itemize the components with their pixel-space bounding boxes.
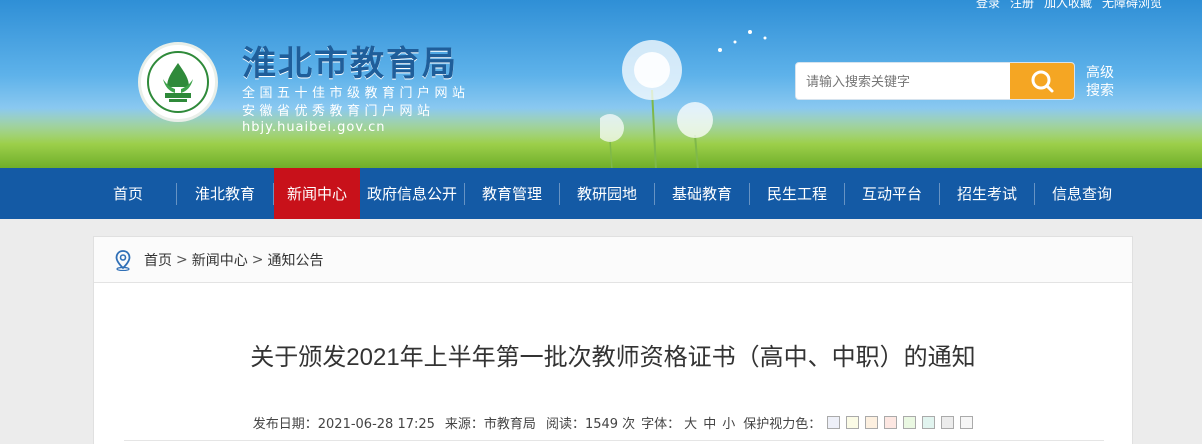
location-pin-icon <box>115 249 131 271</box>
font-size-small[interactable]: 小 <box>722 413 735 432</box>
nav-item-admissions[interactable]: 招生考试 <box>940 168 1034 219</box>
view-count: 阅读：1549 次 <box>545 417 636 432</box>
breadcrumb-separator: > <box>251 251 264 268</box>
register-link[interactable]: 注册 <box>1010 0 1034 11</box>
eye-color-swatch[interactable] <box>827 416 841 429</box>
search-icon <box>1031 70 1054 93</box>
site-subtitle-1: 全国五十佳市级教育门户网站 <box>242 86 470 101</box>
dandelion-decoration-icon <box>600 30 767 168</box>
top-links: 登录 注册 加入收藏 无障碍浏览 <box>976 0 1162 11</box>
eye-color-swatch[interactable] <box>922 416 936 429</box>
site-logo[interactable] <box>138 42 218 122</box>
article-meta: 发布日期：2021-06-28 17:25 来源：市教育局 阅读：1549 次 … <box>94 413 1132 432</box>
nav-item-gov-info[interactable]: 政府信息公开 <box>360 168 464 219</box>
accessibility-link[interactable]: 无障碍浏览 <box>1102 0 1162 11</box>
search-input[interactable] <box>796 63 1010 99</box>
login-link[interactable]: 登录 <box>976 0 1000 11</box>
eye-color-swatch[interactable] <box>941 416 955 429</box>
nav-item-huaibei-education[interactable]: 淮北教育 <box>177 168 273 219</box>
favorite-link[interactable]: 加入收藏 <box>1044 0 1092 11</box>
nav-item-basic-education[interactable]: 基础教育 <box>655 168 749 219</box>
site-subtitle-2: 安徽省优秀教育门户网站 <box>242 104 435 119</box>
search-button[interactable] <box>1010 63 1074 99</box>
font-size-large[interactable]: 大 <box>684 413 697 432</box>
nav-item-news-center[interactable]: 新闻中心 <box>274 168 360 219</box>
nav-item-livelihood[interactable]: 民生工程 <box>750 168 844 219</box>
main-nav: 首页 淮北教育 新闻中心 政府信息公开 教育管理 教研园地 基础教育 民生工程 … <box>0 168 1202 219</box>
site-header: 登录 注册 加入收藏 无障碍浏览 淮北市教育局 全国五十佳市级教育门户网站 安徽… <box>0 0 1202 168</box>
eye-color-swatch[interactable] <box>846 416 860 429</box>
eye-color-swatch[interactable] <box>960 416 974 429</box>
nav-item-home[interactable]: 首页 <box>80 168 176 219</box>
breadcrumb-notices[interactable]: 通知公告 <box>267 250 323 270</box>
nav-item-education-management[interactable]: 教育管理 <box>465 168 559 219</box>
eye-care-label: 保护视力色： <box>743 417 822 432</box>
nav-item-teaching-research[interactable]: 教研园地 <box>560 168 654 219</box>
site-domain: hbjy.huaibei.gov.cn <box>242 120 386 135</box>
eye-color-swatch[interactable] <box>865 416 879 429</box>
nav-item-interaction[interactable]: 互动平台 <box>845 168 939 219</box>
breadcrumb-home[interactable]: 首页 <box>144 250 172 270</box>
article-title: 关于颁发2021年上半年第一批次教师资格证书（高中、中职）的通知 <box>250 344 976 371</box>
breadcrumb-separator: > <box>176 251 188 268</box>
breadcrumb-news-center[interactable]: 新闻中心 <box>192 250 248 270</box>
article-source: 来源：市教育局 <box>444 417 536 432</box>
font-size-medium[interactable]: 中 <box>703 413 716 432</box>
font-size-label: 字体： <box>641 417 681 432</box>
eye-color-swatch[interactable] <box>884 416 898 429</box>
search-box <box>795 62 1075 100</box>
publish-date: 发布日期：2021-06-28 17:25 <box>252 417 435 432</box>
eye-color-swatch[interactable] <box>903 416 917 429</box>
advanced-search-link[interactable]: 高级搜索 <box>1086 64 1120 100</box>
article-panel: 首页 > 新闻中心 > 通知公告 关于颁发2021年上半年第一批次教师资格证书（… <box>93 236 1133 444</box>
breadcrumb: 首页 > 新闻中心 > 通知公告 <box>94 237 1132 283</box>
nav-item-info-query[interactable]: 信息查询 <box>1035 168 1129 219</box>
site-title: 淮北市教育局 <box>242 44 458 84</box>
meta-divider <box>124 440 1104 441</box>
logo-emblem-icon <box>147 51 209 113</box>
